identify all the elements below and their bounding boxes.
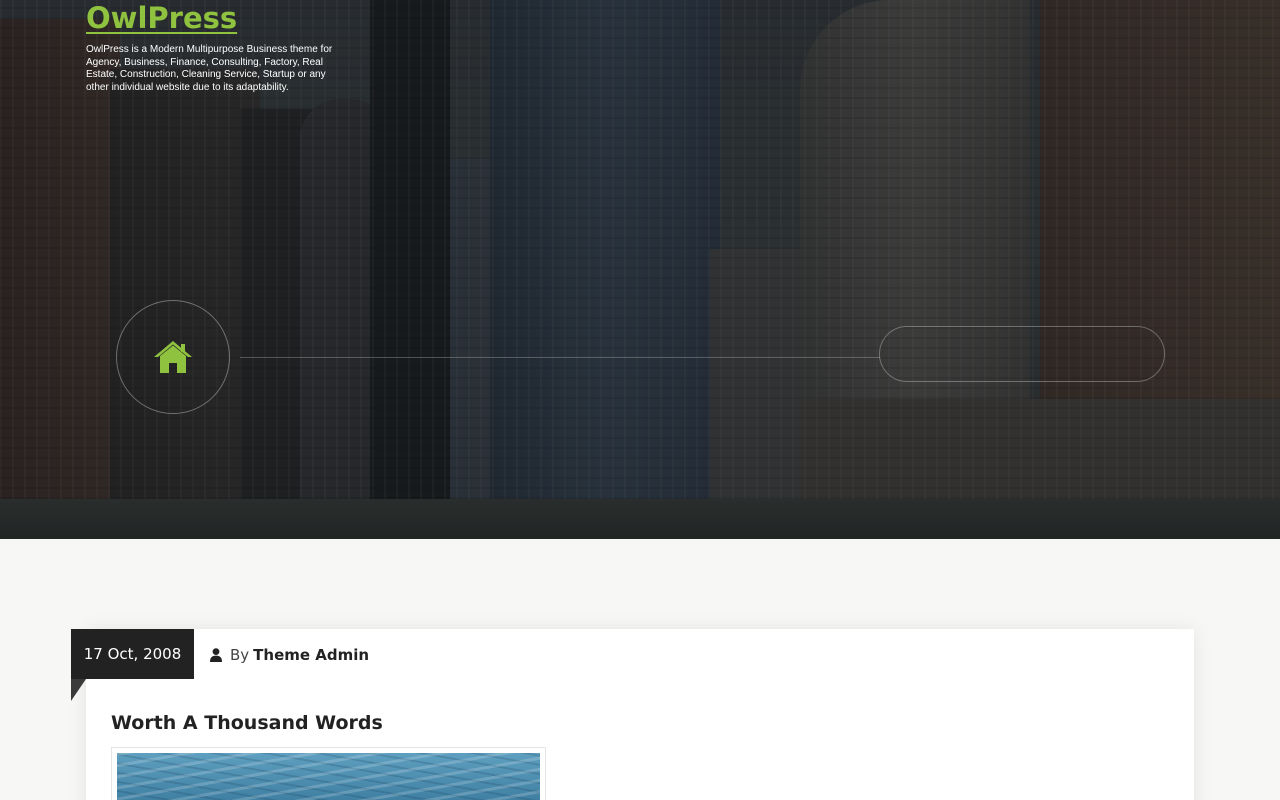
- date-badge-fold: [71, 679, 86, 701]
- post-date-badge[interactable]: 17 Oct, 2008: [71, 629, 194, 679]
- site-tagline: OwlPress is a Modern Multipurpose Busine…: [86, 44, 333, 93]
- breadcrumb-divider: [240, 357, 880, 358]
- breadcrumb-pill: [879, 326, 1165, 382]
- post-thumbnail[interactable]: [111, 747, 546, 800]
- hero-banner: OwlPress OwlPress is a Modern Multipurpo…: [0, 0, 1280, 539]
- author-link[interactable]: Theme Admin: [253, 646, 369, 664]
- author-prefix: By: [230, 646, 250, 664]
- site-title-link[interactable]: OwlPress: [86, 0, 237, 36]
- breadcrumb-home-button[interactable]: [116, 300, 230, 414]
- post-author: By Theme Admin: [210, 645, 369, 665]
- user-icon: [210, 648, 222, 662]
- home-icon: [154, 341, 192, 373]
- post-title[interactable]: Worth A Thousand Words: [111, 712, 383, 734]
- site-branding: OwlPress OwlPress is a Modern Multipurpo…: [86, 0, 342, 94]
- post-image: [117, 753, 540, 800]
